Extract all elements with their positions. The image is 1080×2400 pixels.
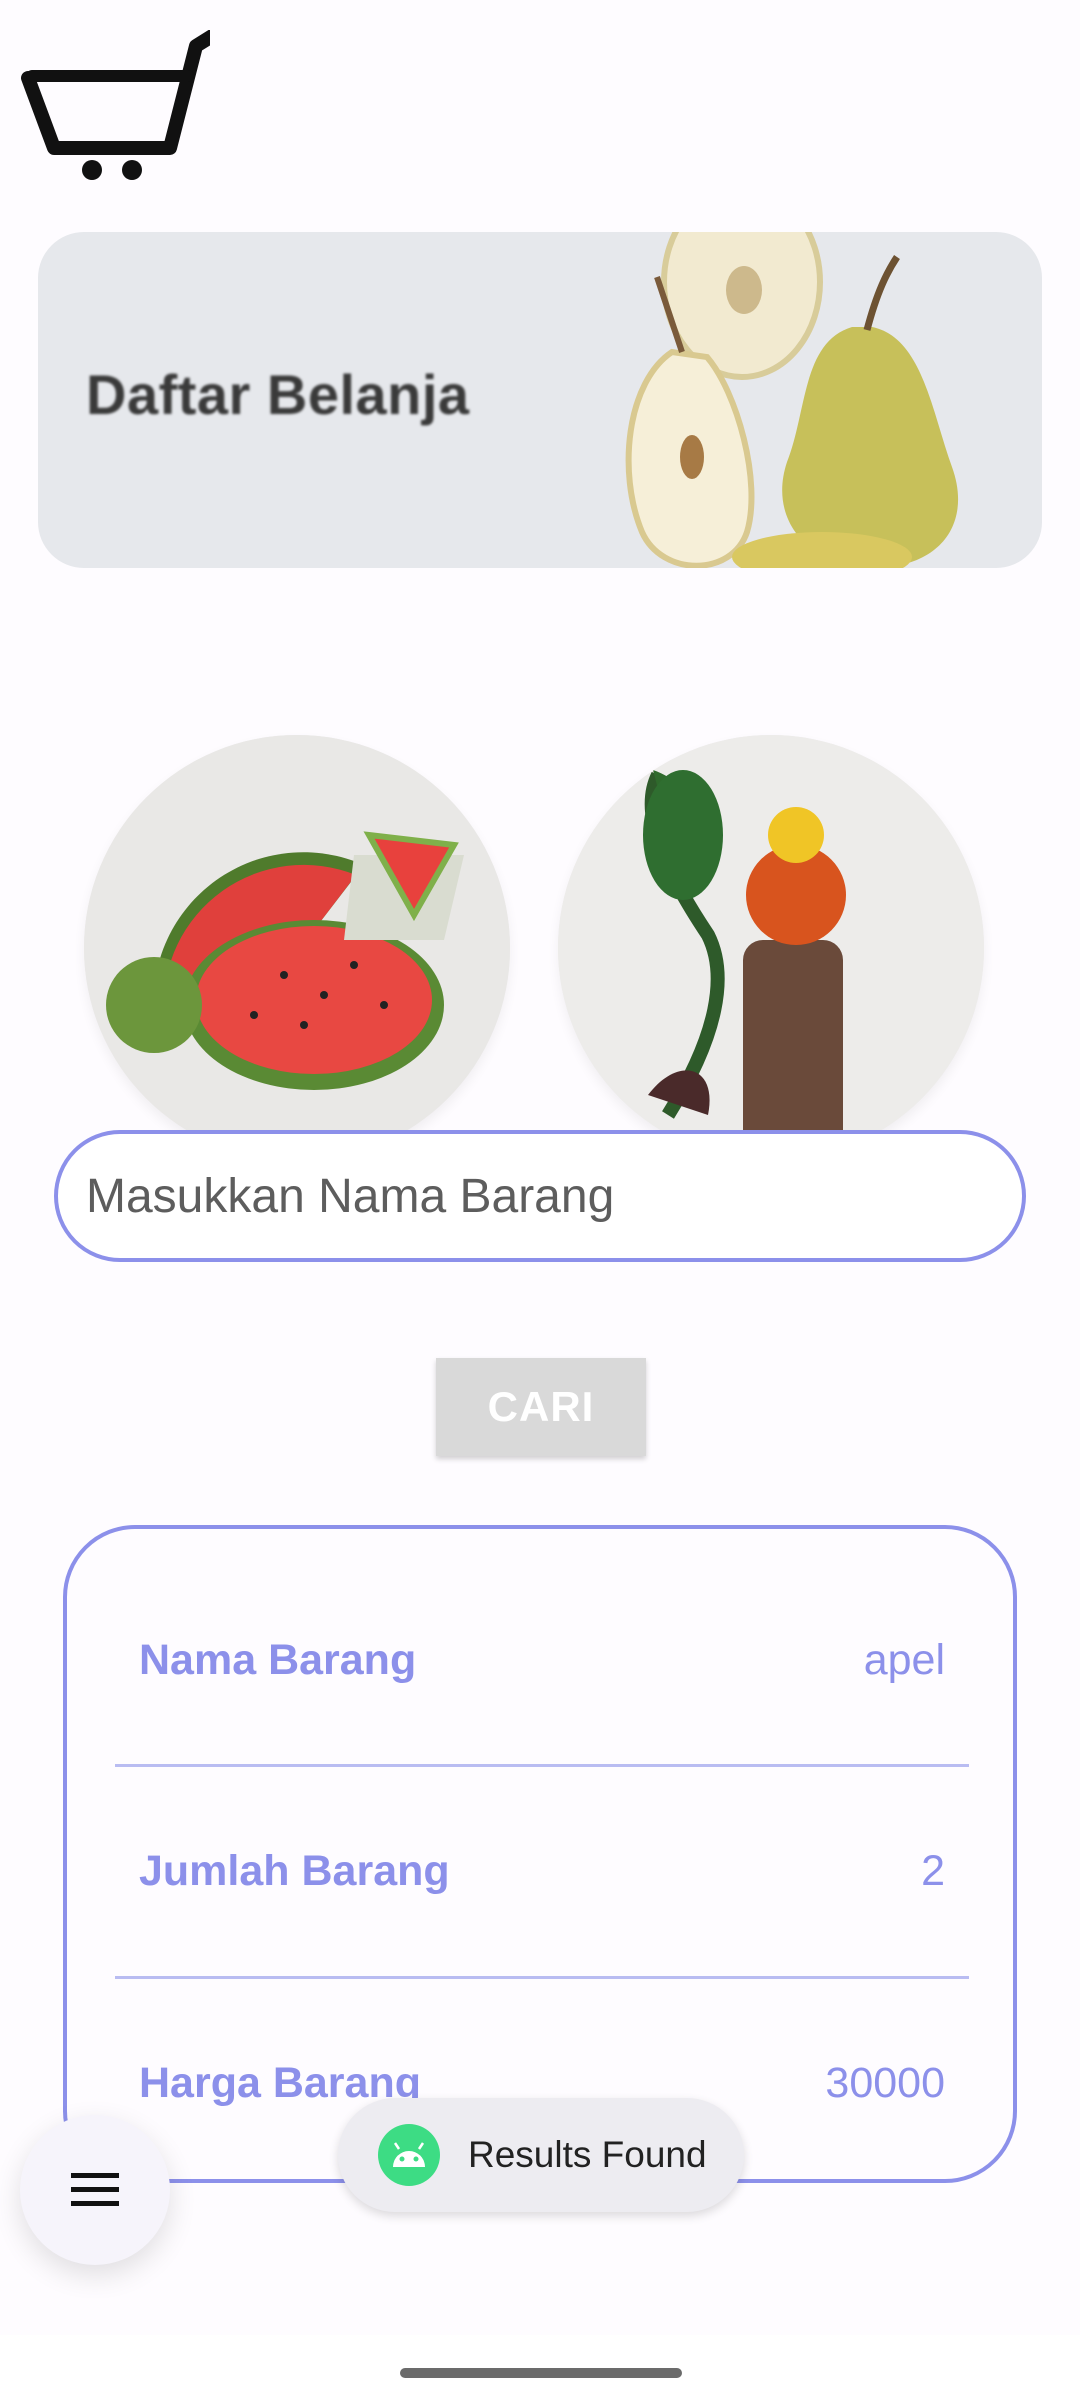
- item-name-label: Nama Barang: [139, 1636, 417, 1684]
- watermelon-image: [84, 735, 510, 1161]
- toast-text: Results Found: [468, 2134, 707, 2175]
- shopping-cart-icon: [21, 30, 210, 180]
- item-name-input[interactable]: [54, 1130, 1026, 1262]
- item-quantity-value: 2: [921, 1847, 945, 1895]
- item-quantity-label: Jumlah Barang: [139, 1847, 450, 1895]
- item-price-value: 30000: [825, 2059, 945, 2107]
- item-name-value: apel: [863, 1636, 945, 1684]
- vegetables-image: [558, 735, 984, 1161]
- banner-image: Daftar Belanja: [38, 232, 1042, 568]
- result-card: Nama Barang apel Jumlah Barang 2 Harga B…: [63, 1525, 1017, 2183]
- pears-illustration: [625, 232, 959, 568]
- search-button[interactable]: CARI: [436, 1358, 646, 1456]
- home-indicator[interactable]: [400, 2368, 682, 2378]
- menu-button[interactable]: [20, 2115, 170, 2265]
- toast-message: Results Found: [338, 2098, 744, 2212]
- menu-icon: [71, 2173, 119, 2206]
- banner-title: Daftar Belanja: [86, 363, 470, 426]
- divider: [115, 1764, 969, 1767]
- android-icon: [378, 2124, 440, 2186]
- divider: [115, 1976, 969, 1979]
